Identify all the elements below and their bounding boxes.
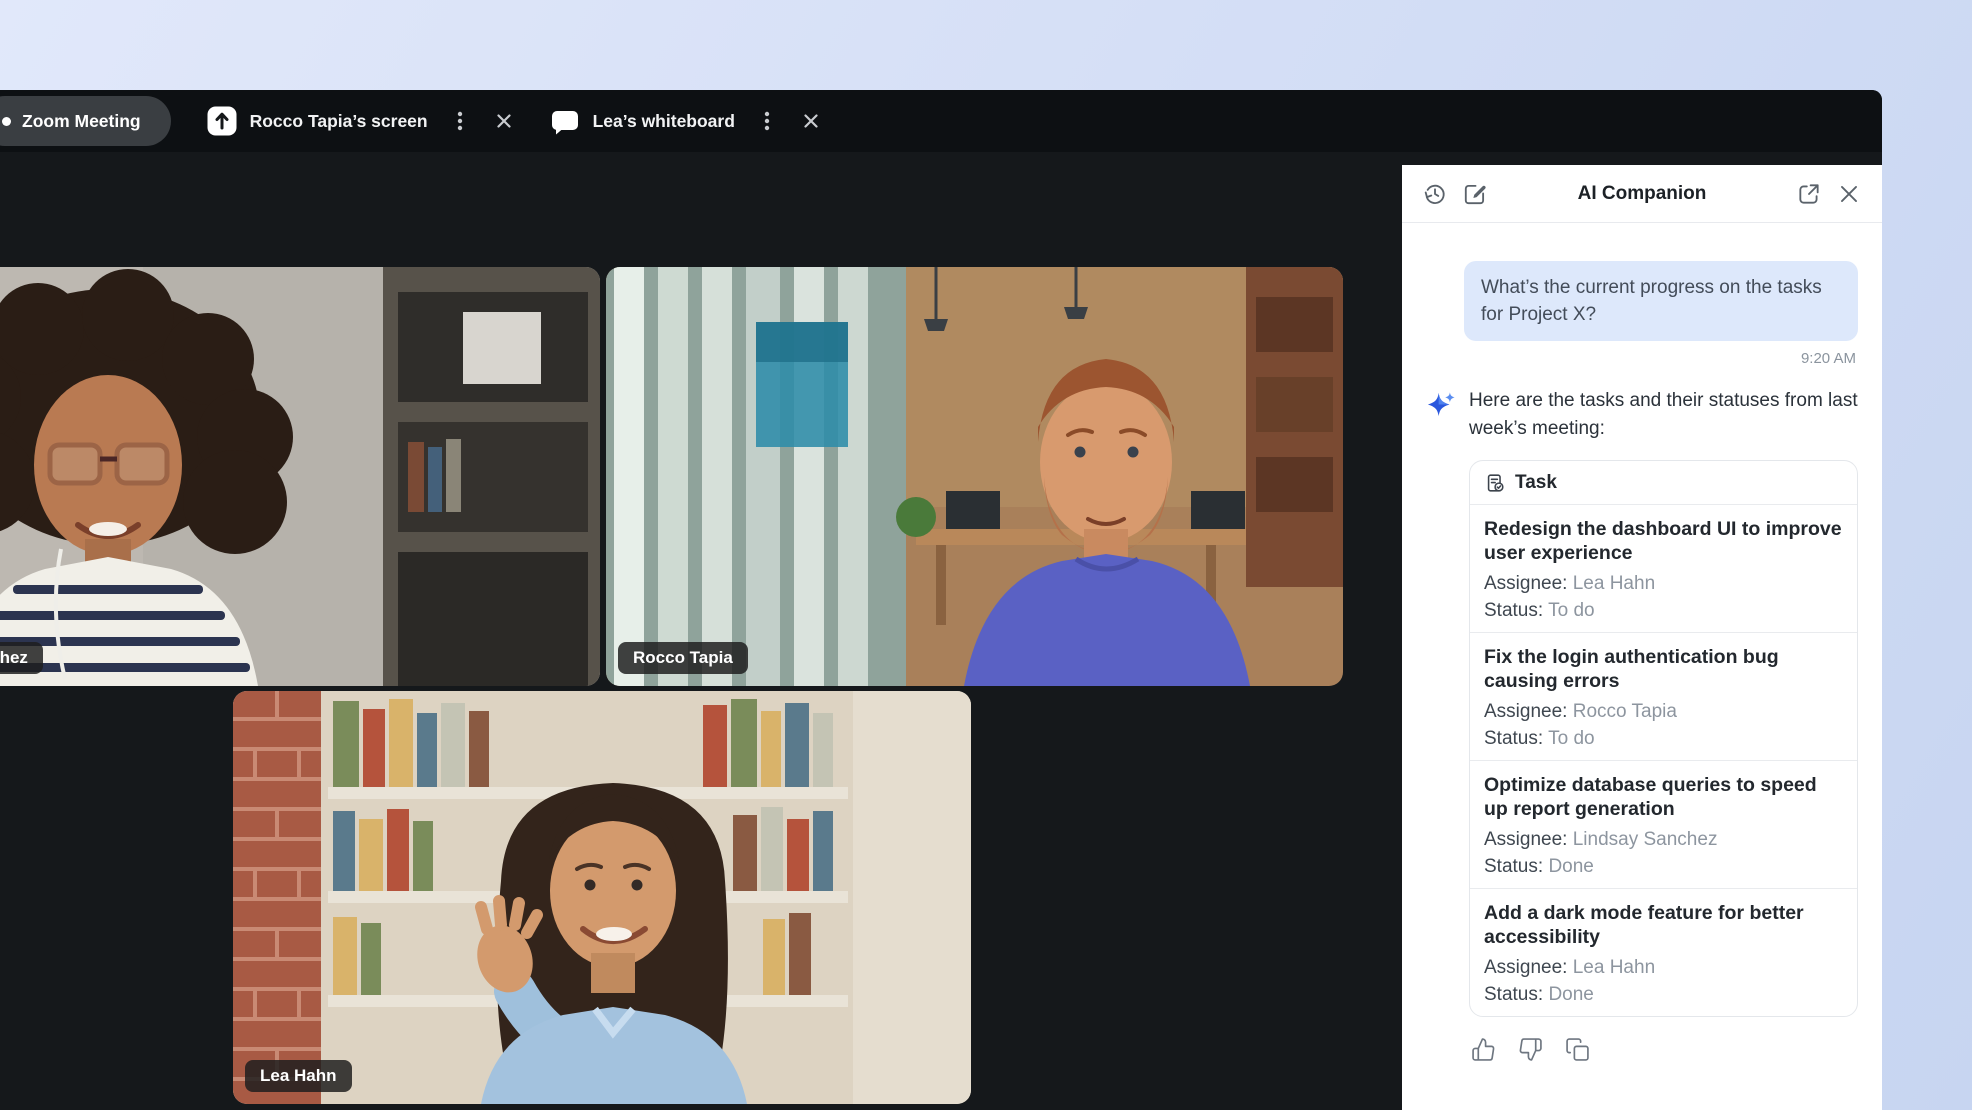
- response-feedback-bar: [1471, 1037, 1856, 1062]
- tab-zoom-meeting-label: Zoom Meeting: [22, 111, 141, 132]
- video-feed-rocco-tapia: [606, 267, 1343, 686]
- status-value: To do: [1548, 728, 1594, 749]
- task-item: Fix the login authentication bug causing…: [1470, 633, 1857, 761]
- status-label: Status:: [1484, 600, 1543, 621]
- copy-button[interactable]: [1565, 1037, 1590, 1062]
- tab-lea-whiteboard-label: Lea’s whiteboard: [593, 111, 735, 132]
- tab-zoom-meeting[interactable]: Zoom Meeting: [0, 96, 171, 146]
- ai-response-body: Here are the tasks and their statuses fr…: [1469, 387, 1858, 1062]
- assignee-value: Rocco Tapia: [1573, 701, 1677, 722]
- task-card-title: Task: [1515, 472, 1557, 494]
- assignee-label: Assignee:: [1484, 957, 1567, 978]
- ai-companion-header: AI Companion: [1402, 165, 1882, 223]
- task-title: Redesign the dashboard UI to improve use…: [1484, 517, 1843, 565]
- task-assignee: Assignee: Rocco Tapia: [1484, 698, 1843, 725]
- assignee-label: Assignee:: [1484, 573, 1567, 594]
- meeting-status-dot-icon: [2, 117, 11, 126]
- assignee-label: Assignee:: [1484, 701, 1567, 722]
- tab-close-icon[interactable]: [801, 111, 821, 131]
- video-feed-lindsay-sanchez: [0, 267, 600, 686]
- task-title: Optimize database queries to speed up re…: [1484, 773, 1843, 821]
- task-title: Fix the login authentication bug causing…: [1484, 645, 1843, 693]
- assignee-value: Lea Hahn: [1573, 573, 1655, 594]
- task-card: Task Redesign the dashboard UI to improv…: [1469, 460, 1858, 1017]
- assignee-label: Assignee:: [1484, 829, 1567, 850]
- task-status: Status: Done: [1484, 853, 1843, 880]
- task-list-icon: [1484, 472, 1506, 494]
- history-button[interactable]: [1422, 181, 1448, 207]
- ai-companion-panel: AI Companion What’s the current progress…: [1402, 165, 1882, 1110]
- thumbs-down-button[interactable]: [1518, 1037, 1543, 1062]
- user-message-bubble: What’s the current progress on the tasks…: [1464, 261, 1858, 341]
- task-status: Status: To do: [1484, 725, 1843, 752]
- task-item: Optimize database queries to speed up re…: [1470, 761, 1857, 889]
- thumbs-up-icon: [1471, 1037, 1496, 1062]
- zoom-meeting-window: Zoom Meeting Rocco Tapia’s screen Lea’s …: [0, 90, 1882, 1110]
- status-value: Done: [1548, 984, 1593, 1005]
- task-item: Redesign the dashboard UI to improve use…: [1470, 505, 1857, 633]
- meeting-tab-bar: Zoom Meeting Rocco Tapia’s screen Lea’s …: [0, 90, 1882, 152]
- assignee-value: Lea Hahn: [1573, 957, 1655, 978]
- tab-rocco-screen[interactable]: Rocco Tapia’s screen: [207, 106, 514, 136]
- message-timestamp: 9:20 AM: [1428, 350, 1856, 367]
- whiteboard-icon: [550, 106, 580, 136]
- status-label: Status:: [1484, 856, 1543, 877]
- participant-name-tag: Rocco Tapia: [618, 642, 748, 674]
- close-panel-button[interactable]: [1836, 181, 1862, 207]
- task-assignee: Assignee: Lindsay Sanchez: [1484, 826, 1843, 853]
- video-feed-lea-hahn: [233, 691, 971, 1104]
- video-tile-lindsay-sanchez[interactable]: Lindsay Sanchez: [0, 267, 600, 686]
- tab-menu-icon[interactable]: [756, 109, 778, 133]
- task-title: Add a dark mode feature for better acces…: [1484, 901, 1843, 949]
- video-tile-rocco-tapia[interactable]: Rocco Tapia: [606, 267, 1343, 686]
- status-value: To do: [1548, 600, 1594, 621]
- task-card-header: Task: [1470, 461, 1857, 505]
- participant-name-tag: Lindsay Sanchez: [0, 642, 43, 674]
- status-label: Status:: [1484, 984, 1543, 1005]
- open-in-window-button[interactable]: [1796, 181, 1822, 207]
- ai-response-text: Here are the tasks and their statuses fr…: [1469, 387, 1858, 443]
- new-chat-icon: [1462, 181, 1488, 207]
- history-icon: [1422, 181, 1448, 207]
- ai-companion-chat: What’s the current progress on the tasks…: [1402, 223, 1882, 1110]
- thumbs-down-icon: [1518, 1037, 1543, 1062]
- task-status: Status: Done: [1484, 981, 1843, 1008]
- status-value: Done: [1548, 856, 1593, 877]
- task-assignee: Assignee: Lea Hahn: [1484, 954, 1843, 981]
- tab-lea-whiteboard[interactable]: Lea’s whiteboard: [550, 106, 821, 136]
- tab-close-icon[interactable]: [494, 111, 514, 131]
- tab-rocco-screen-label: Rocco Tapia’s screen: [250, 111, 428, 132]
- panel-title: AI Companion: [1502, 183, 1782, 205]
- participant-name-tag: Lea Hahn: [245, 1060, 352, 1092]
- ai-response: Here are the tasks and their statuses fr…: [1426, 387, 1858, 1062]
- tab-menu-icon[interactable]: [449, 109, 471, 133]
- task-assignee: Assignee: Lea Hahn: [1484, 570, 1843, 597]
- ai-companion-sparkle-icon: [1426, 390, 1456, 420]
- open-in-window-icon: [1796, 181, 1822, 207]
- new-chat-button[interactable]: [1462, 181, 1488, 207]
- share-screen-icon: [207, 106, 237, 136]
- close-icon: [1836, 181, 1862, 207]
- video-tile-lea-hahn[interactable]: Lea Hahn: [233, 691, 971, 1104]
- copy-icon: [1565, 1037, 1590, 1062]
- status-label: Status:: [1484, 728, 1543, 749]
- task-status: Status: To do: [1484, 597, 1843, 624]
- assignee-value: Lindsay Sanchez: [1573, 829, 1718, 850]
- task-item: Add a dark mode feature for better acces…: [1470, 889, 1857, 1016]
- thumbs-up-button[interactable]: [1471, 1037, 1496, 1062]
